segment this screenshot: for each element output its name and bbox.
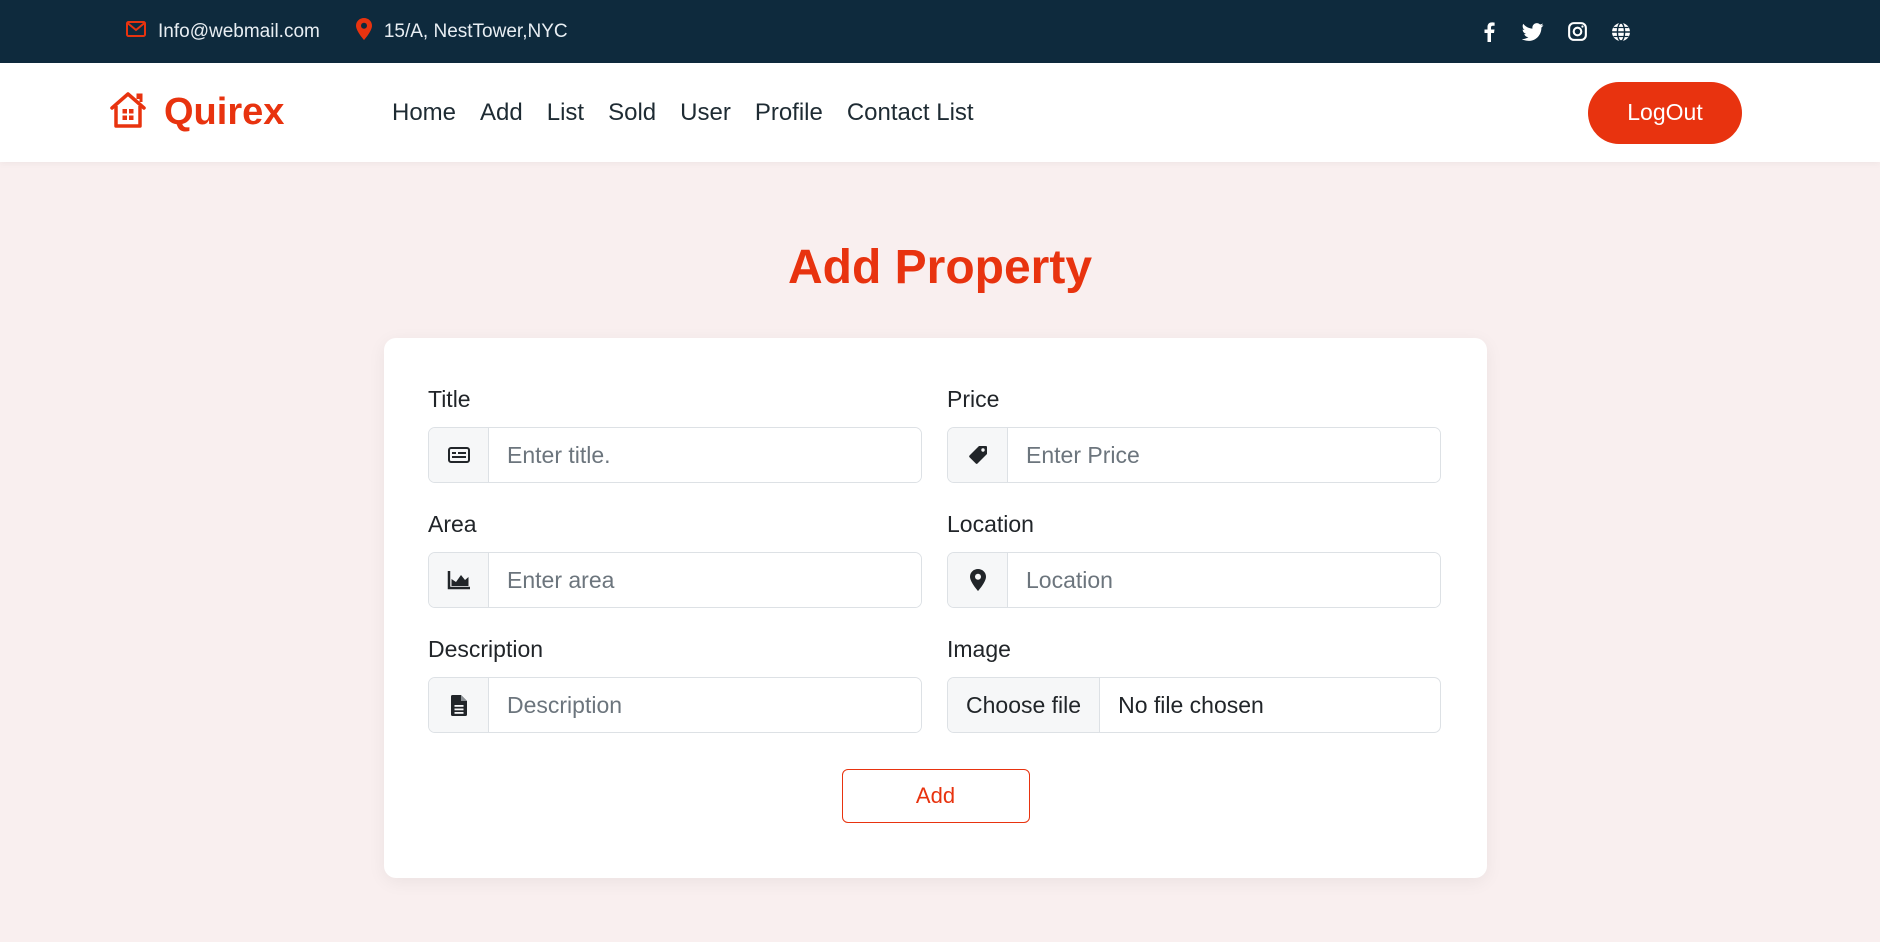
image-label: Image xyxy=(947,636,1011,662)
address-info: 15/A, NestTower,NYC xyxy=(355,17,568,46)
image-file-input[interactable]: Choose file No file chosen xyxy=(947,677,1441,733)
area-label: Area xyxy=(428,511,477,537)
location-label: Location xyxy=(947,511,1034,537)
title-input[interactable] xyxy=(489,428,921,482)
choose-file-button[interactable]: Choose file xyxy=(948,678,1101,732)
title-field: Title xyxy=(428,386,922,483)
email-info: Info@webmail.com xyxy=(126,20,320,43)
id-card-icon xyxy=(429,428,489,482)
envelope-icon xyxy=(126,20,158,43)
add-button[interactable]: Add xyxy=(841,769,1030,823)
main-navbar: Quirex Home Add List Sold User Profile C… xyxy=(0,63,1880,162)
social-links xyxy=(1478,21,1632,43)
logout-button[interactable]: LogOut xyxy=(1588,81,1742,144)
area-input[interactable] xyxy=(489,553,921,607)
area-chart-icon xyxy=(429,553,489,607)
file-status: No file chosen xyxy=(1118,691,1264,718)
price-label: Price xyxy=(947,386,1000,412)
document-icon xyxy=(429,678,489,732)
nav-user[interactable]: User xyxy=(680,99,731,127)
house-logo-icon xyxy=(108,90,148,135)
globe-icon[interactable] xyxy=(1610,21,1632,43)
nav-contact-list[interactable]: Contact List xyxy=(847,99,974,127)
page-title: Add Property xyxy=(787,241,1093,294)
add-property-form: Title Price Area xyxy=(384,338,1487,878)
nav-home[interactable]: Home xyxy=(392,99,456,127)
location-field: Location xyxy=(947,511,1441,608)
image-field: Image Choose file No file chosen xyxy=(947,636,1441,733)
nav-links: Home Add List Sold User Profile Contact … xyxy=(392,99,998,127)
description-label: Description xyxy=(428,636,544,662)
email-text: Info@webmail.com xyxy=(158,20,320,42)
brand-name: Quirex xyxy=(164,91,285,133)
top-info-bar: Info@webmail.com 15/A, NestTower,NYC xyxy=(0,0,1880,63)
nav-profile[interactable]: Profile xyxy=(755,99,823,127)
description-field: Description xyxy=(428,636,922,733)
twitter-icon[interactable] xyxy=(1522,21,1544,43)
nav-add[interactable]: Add xyxy=(480,99,523,127)
map-pin-icon xyxy=(948,553,1008,607)
title-label: Title xyxy=(428,386,471,412)
area-field: Area xyxy=(428,511,922,608)
description-input[interactable] xyxy=(489,678,921,732)
map-pin-icon xyxy=(355,17,384,46)
address-text: 15/A, NestTower,NYC xyxy=(383,20,568,42)
price-input[interactable] xyxy=(1008,428,1440,482)
brand[interactable]: Quirex xyxy=(108,90,392,135)
nav-sold[interactable]: Sold xyxy=(608,99,656,127)
price-field: Price xyxy=(947,386,1441,483)
location-input[interactable] xyxy=(1008,553,1440,607)
price-tag-icon xyxy=(948,428,1008,482)
instagram-icon[interactable] xyxy=(1566,21,1588,43)
facebook-icon[interactable] xyxy=(1478,21,1500,43)
nav-list[interactable]: List xyxy=(547,99,584,127)
